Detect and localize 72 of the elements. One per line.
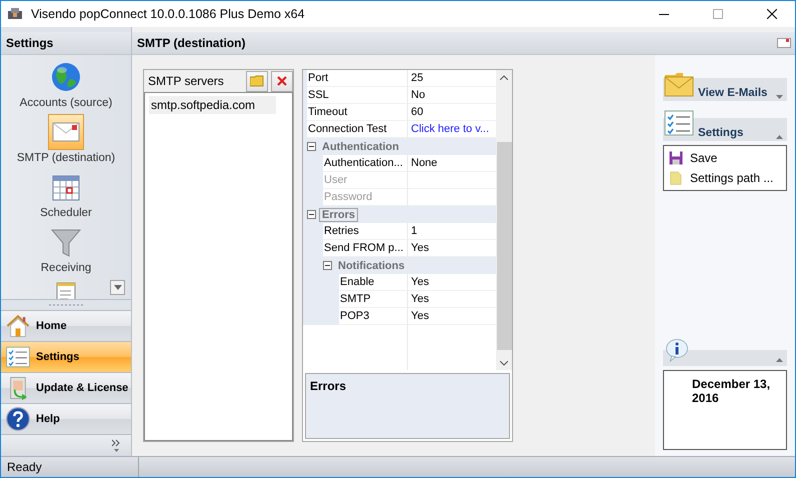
collapse-icon[interactable] <box>307 142 316 151</box>
info-date: December 13, 2016 <box>692 377 770 405</box>
pane-header: Settings <box>1 32 131 55</box>
folder-icon <box>250 75 264 87</box>
sidebar-label: Scheduler <box>40 207 92 219</box>
floppy-icon <box>668 150 684 166</box>
task-link[interactable]: Save <box>668 149 782 167</box>
category-label[interactable]: Errors <box>319 208 358 222</box>
property-value: Yes <box>408 274 496 291</box>
panel-title: SMTP servers <box>148 74 225 88</box>
property-value: 60 <box>408 104 496 121</box>
chevron-icon[interactable] <box>112 439 121 453</box>
collapse-icon[interactable] <box>307 210 316 219</box>
property-value: None <box>408 155 496 172</box>
server-item[interactable]: smtp.softpedia.com <box>149 96 276 114</box>
caret-icon[interactable] <box>776 95 783 99</box>
scroll-down-icon[interactable] <box>500 360 508 366</box>
property-name: POP3 <box>339 308 408 325</box>
sidebar-label: Accounts (source) <box>20 97 112 109</box>
task-link[interactable]: Settings path ... <box>668 169 782 187</box>
scroll-up-icon[interactable] <box>500 74 508 80</box>
sidebar-item[interactable] <box>48 114 84 150</box>
property-value: Yes <box>408 291 496 308</box>
close-icon[interactable] <box>767 9 777 19</box>
nav-button[interactable]: Home <box>1 310 131 341</box>
property-name: Retries <box>323 223 408 240</box>
nav-button[interactable]: Settings <box>1 341 131 372</box>
property-name: Password <box>323 189 408 206</box>
checklist-icon <box>5 344 31 370</box>
close-icon <box>277 76 287 86</box>
caret-icon[interactable] <box>776 135 783 139</box>
help-icon <box>5 406 31 432</box>
add-button[interactable] <box>246 70 268 92</box>
maximize-icon[interactable] <box>713 9 723 19</box>
property-value: Yes <box>408 240 496 257</box>
property-name: Port <box>307 70 408 87</box>
info-icon <box>665 338 689 362</box>
property-value: No <box>408 87 496 104</box>
description-title: Errors <box>310 379 346 393</box>
sidebar-label: Receiving <box>40 262 92 274</box>
caret-icon <box>114 285 122 290</box>
delete-button[interactable] <box>271 70 293 92</box>
nav-button[interactable]: Update & License <box>1 372 131 403</box>
status-text: Ready <box>7 460 42 474</box>
sidebar-label: SMTP (destination) <box>16 152 116 164</box>
property-value: 1 <box>408 223 496 240</box>
globe-icon <box>50 61 82 93</box>
folder-icon <box>668 170 684 186</box>
property-name: SSL <box>307 87 408 104</box>
property-name: User <box>323 172 408 189</box>
property-name: Timeout <box>307 104 408 121</box>
property-name: SMTP <box>339 291 408 308</box>
caret-icon[interactable] <box>776 358 783 362</box>
property-link[interactable]: Click here to v... <box>408 121 496 138</box>
house-icon <box>5 313 31 339</box>
group-title: View E-Mails <box>698 87 768 99</box>
dropdown-button[interactable] <box>110 280 125 295</box>
nav-button[interactable]: Help <box>1 403 131 434</box>
property-name: Authentication... <box>323 155 408 172</box>
envelope-icon[interactable] <box>777 38 791 48</box>
property-value: 25 <box>408 70 496 87</box>
page-title: SMTP (destination) <box>137 36 246 50</box>
scrollbar-thumb[interactable] <box>496 142 512 350</box>
info-header[interactable] <box>663 340 787 366</box>
property-name: Send FROM p... <box>323 240 408 257</box>
collapse-icon[interactable] <box>323 261 332 270</box>
property-name: Enable <box>339 274 408 291</box>
group-title: Settings <box>698 127 744 139</box>
window-title: Visendo popConnect 10.0.0.1086 Plus Demo x64 <box>31 7 306 21</box>
property-name: Connection Test <box>307 121 408 138</box>
app-icon <box>7 7 23 21</box>
property-value: Yes <box>408 308 496 325</box>
